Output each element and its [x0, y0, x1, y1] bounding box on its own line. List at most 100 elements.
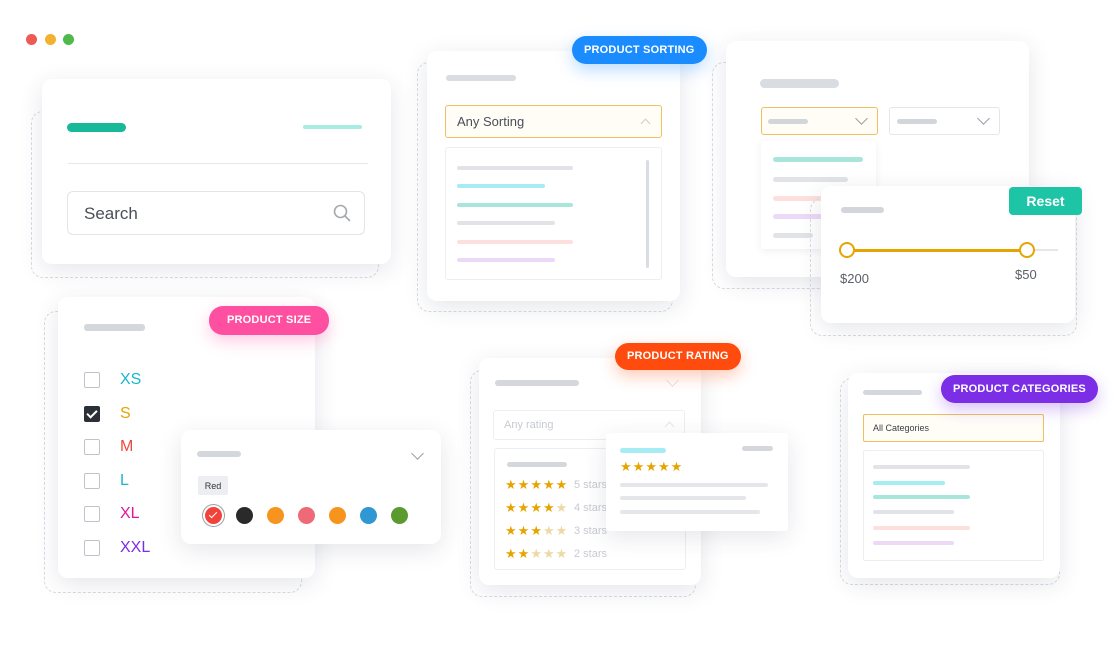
color-swatch[interactable]: [329, 507, 346, 524]
rating-option-label[interactable]: 2 stars: [574, 548, 607, 560]
list-item[interactable]: [873, 465, 970, 469]
placeholder-bar: [67, 123, 126, 132]
size-checkbox[interactable]: [84, 472, 100, 489]
categories-dropdown-list: [863, 450, 1044, 561]
star-icon: ★: [530, 477, 543, 492]
size-checkbox[interactable]: [84, 405, 100, 422]
list-item[interactable]: [457, 258, 555, 262]
product-rating-badge: PRODUCT RATING: [615, 343, 741, 370]
list-item[interactable]: [873, 481, 945, 485]
sorting-select[interactable]: Any Sorting: [445, 105, 662, 138]
star-icon: ★: [555, 500, 569, 515]
color-swatch[interactable]: [267, 507, 284, 524]
placeholder-bar: [507, 462, 567, 467]
color-card: Red: [181, 430, 441, 544]
list-item[interactable]: [873, 526, 970, 530]
categories-select[interactable]: All Categories: [863, 414, 1044, 442]
price-min-label: $200: [840, 271, 869, 286]
placeholder-bar: [742, 446, 773, 451]
search-card: Search: [42, 79, 391, 264]
placeholder-bar: [446, 75, 516, 81]
list-item[interactable]: [873, 495, 970, 499]
list-item[interactable]: [873, 541, 954, 545]
size-option-label[interactable]: XS: [120, 371, 141, 389]
preview-stars: ★★★★★: [620, 460, 683, 473]
size-option-label[interactable]: XL: [120, 505, 140, 523]
scrollbar[interactable]: [646, 160, 649, 268]
star-icon: ★: [620, 459, 633, 474]
close-dot[interactable]: [26, 34, 37, 45]
reset-button[interactable]: Reset: [1009, 187, 1082, 215]
star-icon: ★: [555, 523, 569, 538]
categories-card: All Categories: [848, 373, 1060, 578]
color-swatch[interactable]: [236, 507, 253, 524]
filter-select-1[interactable]: [761, 107, 878, 135]
star-icon: ★: [555, 477, 569, 492]
divider: [68, 163, 368, 164]
price-slider-handle-max[interactable]: [1019, 242, 1035, 258]
color-swatch[interactable]: [205, 507, 222, 524]
star-icon: ★: [632, 459, 646, 474]
search-icon[interactable]: [333, 204, 351, 222]
list-item[interactable]: [457, 184, 545, 188]
rating-option-stars[interactable]: ★★★★★: [505, 478, 568, 491]
list-item[interactable]: [773, 177, 848, 182]
star-icon: ★: [670, 459, 684, 474]
placeholder-bar: [495, 380, 579, 386]
star-icon: ★: [517, 523, 531, 538]
list-item[interactable]: [773, 157, 863, 162]
star-icon: ★: [542, 477, 556, 492]
size-checkbox[interactable]: [84, 372, 100, 388]
rating-option-label[interactable]: 3 stars: [574, 525, 607, 537]
rating-option-stars[interactable]: ★★★★★: [505, 501, 568, 514]
star-icon: ★: [657, 459, 671, 474]
placeholder-bar: [84, 324, 145, 331]
color-tooltip-text: Red: [204, 481, 222, 491]
rating-option-label[interactable]: 4 stars: [574, 502, 607, 514]
color-swatch[interactable]: [360, 507, 377, 524]
size-checkbox[interactable]: [84, 540, 100, 556]
maximize-dot[interactable]: [63, 34, 74, 45]
chevron-down-icon[interactable]: [666, 374, 679, 387]
star-icon: ★: [517, 546, 531, 561]
list-item[interactable]: [457, 221, 555, 225]
filter-select-2[interactable]: [889, 107, 1000, 135]
star-icon: ★: [517, 477, 531, 492]
list-item[interactable]: [773, 233, 813, 238]
placeholder-bar: [620, 483, 768, 487]
price-slider-handle-min[interactable]: [839, 242, 855, 258]
sorting-selected-value: Any Sorting: [457, 114, 525, 129]
size-option-label[interactable]: L: [120, 472, 129, 490]
placeholder-bar: [620, 510, 760, 514]
sorting-card: Any Sorting: [427, 51, 680, 301]
size-option-label[interactable]: M: [120, 438, 133, 456]
chevron-down-icon: [855, 112, 868, 125]
star-icon: ★: [542, 546, 556, 561]
list-item[interactable]: [873, 510, 954, 514]
star-icon: ★: [517, 500, 531, 515]
rating-option-stars[interactable]: ★★★★★: [505, 547, 568, 560]
rating-preview-card: ★★★★★: [606, 433, 788, 531]
star-icon: ★: [542, 523, 556, 538]
color-swatch[interactable]: [391, 507, 408, 524]
minimize-dot[interactable]: [45, 34, 56, 45]
rating-option-label[interactable]: 5 stars: [574, 479, 607, 491]
chevron-down-icon[interactable]: [411, 447, 424, 460]
size-checkbox[interactable]: [84, 439, 100, 456]
list-item[interactable]: [457, 203, 573, 207]
list-item[interactable]: [457, 240, 573, 244]
star-icon: ★: [505, 523, 518, 538]
size-checkbox[interactable]: [84, 506, 100, 523]
categories-selected-value: All Categories: [873, 423, 930, 433]
product-categories-badge: PRODUCT CATEGORIES: [941, 375, 1098, 403]
size-option-label[interactable]: S: [120, 405, 131, 423]
search-input[interactable]: Search: [67, 191, 365, 235]
color-swatch[interactable]: [298, 507, 315, 524]
list-item[interactable]: [457, 166, 573, 170]
star-icon: ★: [530, 546, 543, 561]
placeholder-bar: [620, 496, 746, 500]
star-icon: ★: [505, 500, 518, 515]
placeholder-bar: [768, 119, 808, 124]
rating-option-stars[interactable]: ★★★★★: [505, 524, 568, 537]
size-option-label[interactable]: XXL: [120, 539, 150, 557]
